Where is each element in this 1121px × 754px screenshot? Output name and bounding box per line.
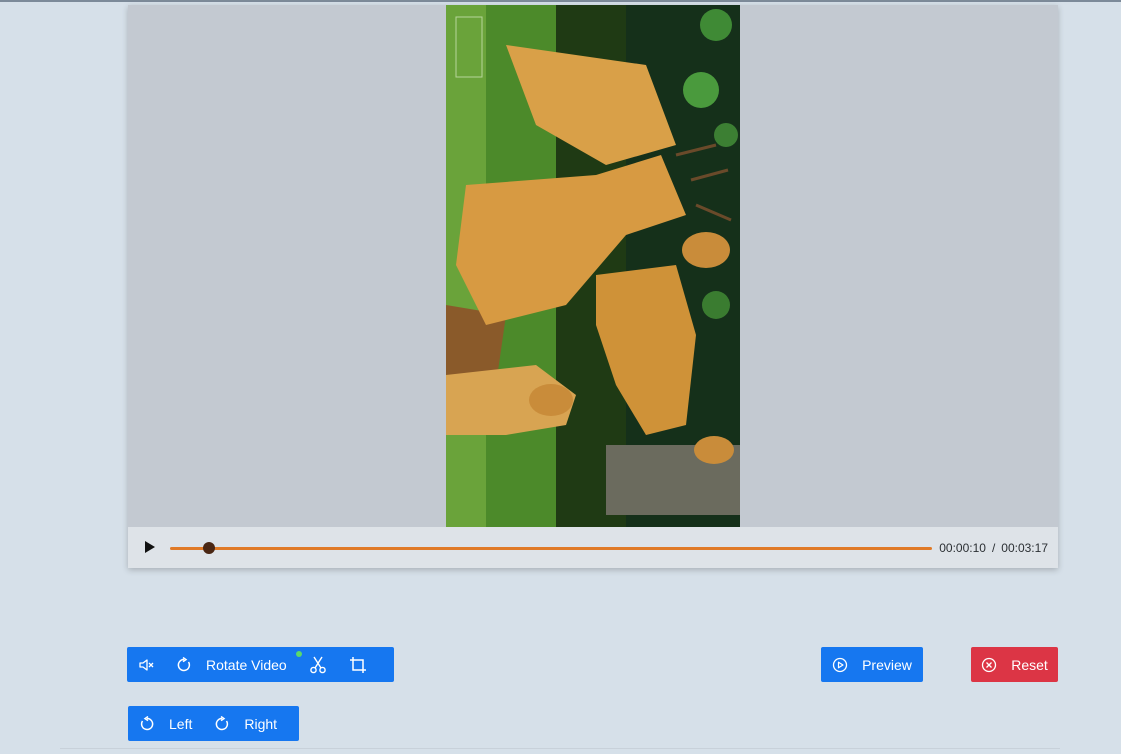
progress-bar[interactable] xyxy=(170,542,932,554)
total-time: 00:03:17 xyxy=(1001,541,1048,555)
crop-icon xyxy=(349,656,366,673)
top-divider xyxy=(0,0,1121,2)
rotate-left-icon xyxy=(140,715,154,730)
progress-thumb[interactable] xyxy=(202,542,215,554)
preview-button[interactable]: Preview xyxy=(821,647,923,682)
rotate-video-button[interactable]: Rotate Video xyxy=(165,647,302,682)
rotate-video-label: Rotate Video xyxy=(206,656,287,673)
time-separator: / xyxy=(991,541,996,555)
cut-button[interactable] xyxy=(298,647,338,682)
rotate-icon xyxy=(177,656,191,671)
rotate-left-label: Left xyxy=(169,715,193,732)
scissors-icon xyxy=(309,656,326,673)
reset-button[interactable]: Reset xyxy=(971,647,1058,682)
video-thumbnail xyxy=(446,5,740,527)
video-frame[interactable] xyxy=(446,5,740,527)
current-time: 00:00:10 xyxy=(939,541,986,555)
mute-button[interactable] xyxy=(127,647,165,682)
mute-icon xyxy=(139,658,154,671)
player-controls: 00:00:10 / 00:03:17 xyxy=(128,527,1058,568)
rotate-right-button[interactable]: Right xyxy=(203,706,288,741)
time-display: 00:00:10 / 00:03:17 xyxy=(939,541,1048,555)
play-circle-icon xyxy=(832,657,848,672)
reset-label: Reset xyxy=(1011,656,1048,673)
rotate-right-label: Right xyxy=(244,715,278,732)
play-button[interactable] xyxy=(140,538,158,556)
video-player: 00:00:10 / 00:03:17 xyxy=(128,5,1058,568)
crop-button[interactable] xyxy=(338,647,378,682)
bottom-divider xyxy=(60,748,1060,749)
edit-toolbar: Rotate Video xyxy=(127,647,394,682)
close-circle-icon xyxy=(982,657,997,672)
rotate-options: Left Right xyxy=(128,706,299,741)
preview-label: Preview xyxy=(862,656,912,673)
rotate-left-button[interactable]: Left xyxy=(128,706,203,741)
rotate-right-icon xyxy=(216,715,229,730)
play-icon xyxy=(145,541,155,553)
